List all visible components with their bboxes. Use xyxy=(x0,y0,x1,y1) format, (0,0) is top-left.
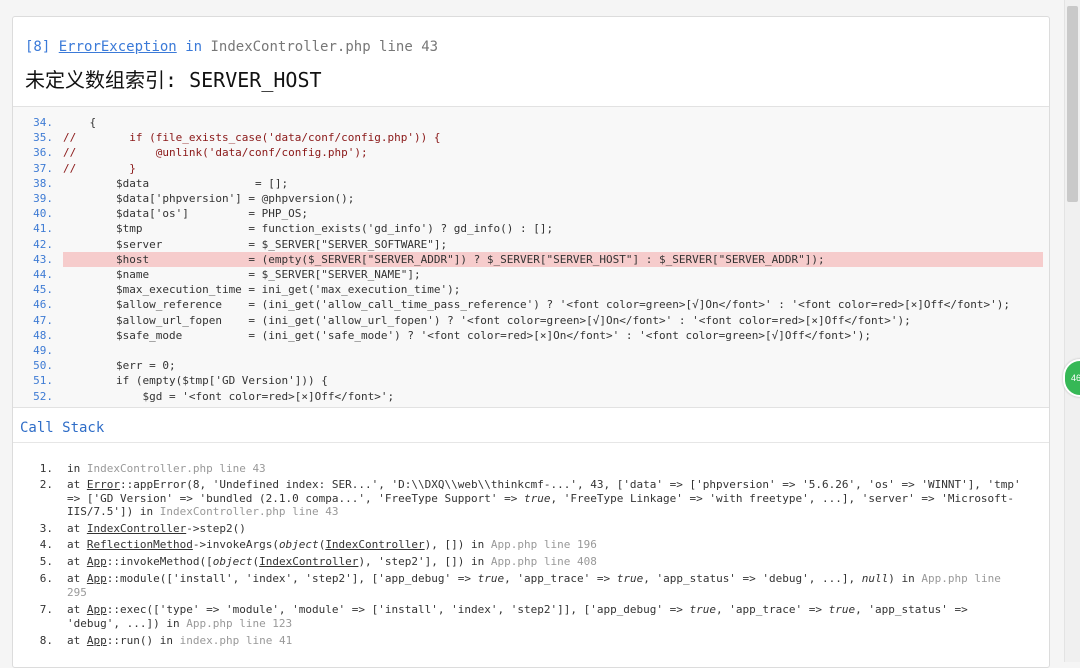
line-code: $gd = '<font color=red>[×]Off</font>'; xyxy=(63,389,395,403)
line-number: 36. xyxy=(33,146,53,160)
line-number: 42. xyxy=(33,237,53,251)
line-number: 49. xyxy=(33,344,53,357)
line-number: 48. xyxy=(33,328,53,342)
scrollbar-thumb[interactable] xyxy=(1067,6,1078,202)
line-number: 47. xyxy=(33,313,53,327)
page-scrollbar[interactable] xyxy=(1064,0,1080,662)
line-number: 43. xyxy=(33,252,53,266)
source-line: 39. $data['phpversion'] = @phpversion(); xyxy=(13,191,1049,206)
line-code: // @unlink('data/conf/config.php'); xyxy=(63,146,368,160)
source-line: 35. // if (file_exists_case('data/conf/co… xyxy=(13,130,1049,145)
call-stack-number: 6. xyxy=(39,572,53,585)
call-stack-number: 3. xyxy=(39,522,53,535)
source-line-highlighted: 43. $host = (empty($_SERVER["SERVER_ADDR… xyxy=(13,251,1049,267)
call-stack-entry: at App::exec(['type' => 'module', 'modul… xyxy=(67,603,968,630)
source-line: 40. $data['os'] = PHP_OS; xyxy=(13,206,1049,221)
line-code: $safe_mode = (ini_get('safe_mode') ? '<f… xyxy=(63,328,871,342)
error-code: [8] xyxy=(25,39,51,55)
error-message: 未定义数组索引: SERVER_HOST xyxy=(25,68,322,92)
line-code: $tmp = function_exists('gd_info') ? gd_i… xyxy=(63,222,554,236)
line-number: 51. xyxy=(33,374,53,388)
exception-location: IndexController.php line 43 xyxy=(210,39,439,55)
source-line: 50. $err = 0; xyxy=(13,358,1049,373)
line-code: if (empty($tmp['GD Version'])) { xyxy=(63,374,328,388)
source-line: 45. $max_execution_time = ini_get('max_e… xyxy=(13,282,1049,297)
call-stack-number: 7. xyxy=(39,603,53,616)
line-code: $data['os'] = PHP_OS; xyxy=(63,207,309,221)
call-stack-entry: at ReflectionMethod->invokeArgs(object(I… xyxy=(67,538,597,551)
line-code: $name = $_SERVER["SERVER_NAME"]; xyxy=(63,268,421,281)
call-stack-number: 5. xyxy=(39,555,53,568)
source-line: 51. if (empty($tmp['GD Version'])) { xyxy=(13,373,1049,388)
source-line: 42. $server = $_SERVER["SERVER_SOFTWARE"… xyxy=(13,237,1049,252)
line-number: 34. xyxy=(33,116,53,129)
in-keyword: in xyxy=(185,39,203,55)
source-line: 48. $safe_mode = (ini_get('safe_mode') ?… xyxy=(13,328,1049,343)
call-stack: Call Stack 1. in IndexController.php line… xyxy=(13,407,1049,647)
source-line: 38. $data = []; xyxy=(13,176,1049,191)
call-stack-entry: in IndexController.php line 43 xyxy=(67,462,266,475)
source-line: 41. $tmp = function_exists('gd_info') ? … xyxy=(13,221,1049,236)
line-code: $allow_reference = (ini_get('allow_call_… xyxy=(63,298,1011,312)
source-line: 34. { xyxy=(13,115,1049,130)
source-line: 37. // } xyxy=(13,161,1049,176)
exception-title: [8] ErrorException in IndexController.ph… xyxy=(25,37,1037,57)
call-stack-entry: at Error::appError(8, 'Undefined index: … xyxy=(67,478,1021,519)
line-number: 45. xyxy=(33,283,53,297)
line-number: 37. xyxy=(33,161,53,175)
line-code: // } xyxy=(63,161,136,175)
call-stack-number: 2. xyxy=(39,478,53,491)
call-stack-number: 4. xyxy=(39,538,53,551)
error-panel: [8] ErrorException in IndexController.ph… xyxy=(12,16,1050,668)
line-number: 40. xyxy=(33,207,53,221)
line-code: // if (file_exists_case('data/conf/confi… xyxy=(63,131,441,145)
line-code: $host = (empty($_SERVER["SERVER_ADDR"]) … xyxy=(63,251,1043,267)
call-stack-entry: at App::invokeMethod([object(IndexContro… xyxy=(67,555,597,568)
source-line: 46. $allow_reference = (ini_get('allow_c… xyxy=(13,297,1049,312)
line-code: $data['phpversion'] = @phpversion(); xyxy=(63,192,355,205)
line-number: 39. xyxy=(33,192,53,205)
line-number: 52. xyxy=(33,389,53,403)
source-code: 34. {35. // if (file_exists_case('data/co… xyxy=(13,106,1049,408)
line-number: 44. xyxy=(33,268,53,281)
source-line: 36. // @unlink('data/conf/config.php'); xyxy=(13,145,1049,160)
source-line: 49. xyxy=(13,343,1049,358)
line-code: $server = $_SERVER["SERVER_SOFTWARE"]; xyxy=(63,237,448,251)
line-number: 46. xyxy=(33,298,53,312)
line-code: { xyxy=(63,116,97,129)
call-stack-number: 1. xyxy=(39,462,53,475)
exception-link[interactable]: ErrorException xyxy=(59,39,177,55)
source-line: 52. $gd = '<font color=red>[×]Off</font>… xyxy=(13,389,1049,404)
line-code: $err = 0; xyxy=(63,359,176,373)
line-number: 35. xyxy=(33,131,53,145)
source-line: 44. $name = $_SERVER["SERVER_NAME"]; xyxy=(13,267,1049,282)
exception-info: [8] ErrorException in IndexController.ph… xyxy=(13,17,1049,93)
line-number: 50. xyxy=(33,359,53,373)
line-number: 38. xyxy=(33,176,53,190)
call-stack-title: Call Stack xyxy=(13,407,1049,443)
line-code: $allow_url_fopen = (ini_get('allow_url_f… xyxy=(63,313,911,327)
line-number: 41. xyxy=(33,222,53,236)
line-code: $data = []; xyxy=(63,176,289,190)
source-line: 47. $allow_url_fopen = (ini_get('allow_u… xyxy=(13,313,1049,328)
call-stack-entry: at App::module(['install', 'index', 'ste… xyxy=(67,572,1001,599)
call-stack-entry: at IndexController->step2() xyxy=(67,522,246,535)
line-code: $max_execution_time = ini_get('max_execu… xyxy=(63,283,461,297)
call-stack-entry: at App::run() in index.php line 41 xyxy=(67,634,293,647)
call-stack-number: 8. xyxy=(39,634,53,647)
